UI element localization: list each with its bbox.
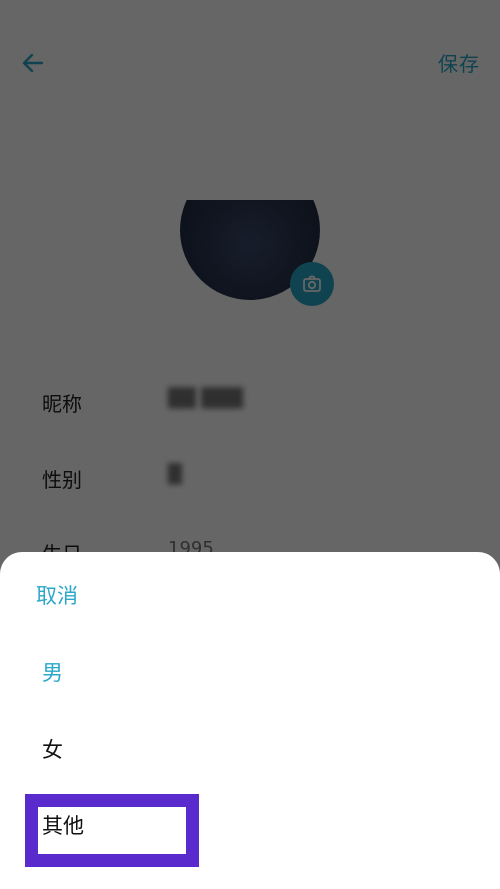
highlight-box: 其他	[25, 794, 199, 867]
screen: 保存 昵称 ██ ███ 性别 █ 生日 1995 取消 男	[0, 0, 500, 889]
option-other-label: 其他	[42, 814, 84, 838]
gender-picker-sheet: 取消 男 女 其他	[0, 552, 500, 889]
option-male[interactable]: 男	[42, 659, 63, 687]
cancel-button[interactable]: 取消	[36, 582, 78, 610]
option-female[interactable]: 女	[42, 736, 63, 764]
option-other[interactable]: 其他	[38, 807, 186, 854]
